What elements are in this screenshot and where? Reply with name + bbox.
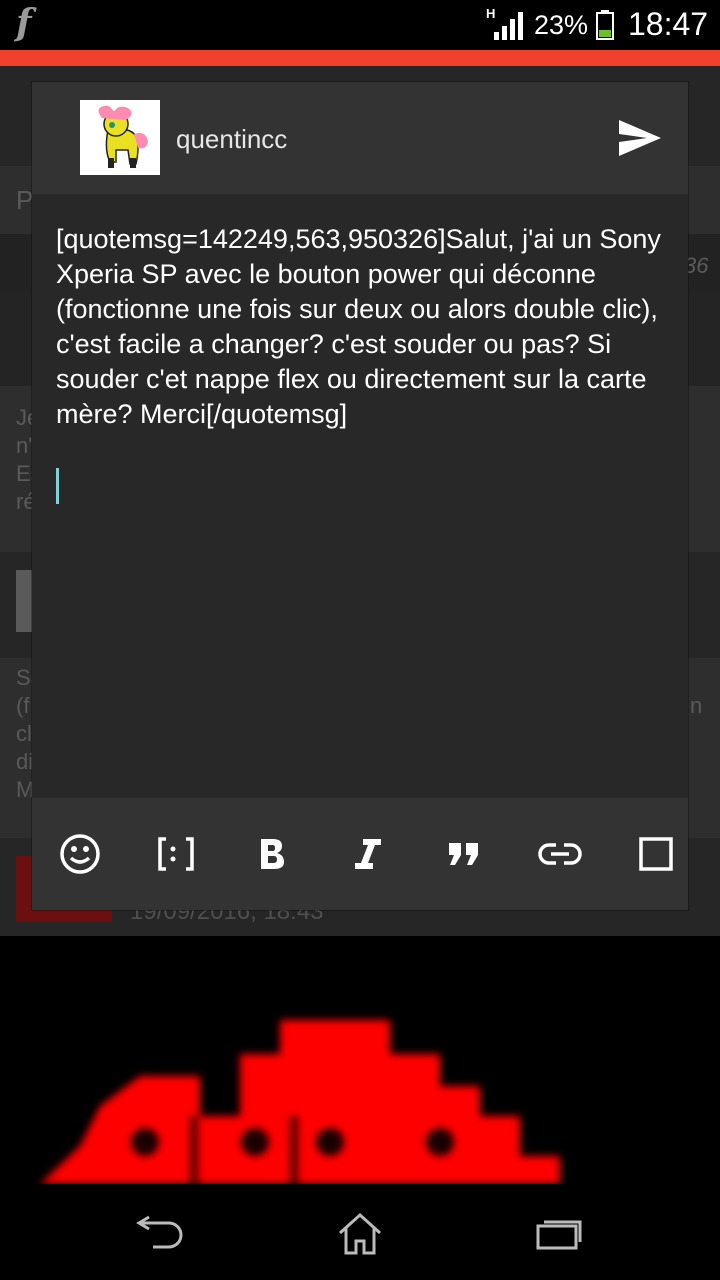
background-text: n' [16, 433, 33, 458]
italic-icon [355, 839, 381, 869]
spoiler-button[interactable] [148, 826, 204, 882]
back-button[interactable] [120, 1198, 200, 1268]
red-invader-sprite [0, 936, 720, 1184]
compose-dialog: quentincc [quotemsg=142249,563,950326]Sa… [32, 82, 688, 910]
avatar [80, 100, 160, 175]
send-button[interactable] [612, 112, 668, 164]
action-bar-accent [0, 50, 720, 66]
signal-icon [494, 12, 523, 40]
text-cursor [56, 468, 59, 504]
app-logo: f [16, 2, 32, 44]
emoji-button[interactable] [52, 826, 108, 882]
square-icon [639, 837, 673, 871]
recent-apps-icon [536, 1220, 582, 1250]
bold-button[interactable] [244, 826, 300, 882]
home-icon [338, 1212, 382, 1255]
recent-apps-button[interactable] [520, 1198, 600, 1268]
link-button[interactable] [532, 826, 588, 882]
background-text: n [690, 693, 703, 718]
message-textarea[interactable]: [quotemsg=142249,563,950326]Salut, j'ai … [56, 222, 668, 722]
italic-button[interactable] [340, 826, 396, 882]
background-text: (f [16, 693, 30, 718]
background-text: cl [16, 721, 32, 746]
navigation-bar [0, 1184, 720, 1280]
back-icon [136, 1215, 183, 1249]
quote-icon [449, 843, 478, 865]
battery-icon [596, 10, 614, 40]
background-text: P [16, 185, 34, 215]
send-icon [619, 120, 661, 156]
spoiler-icon [158, 837, 194, 871]
battery-percent: 23% [534, 10, 589, 40]
quote-button[interactable] [436, 826, 492, 882]
format-toolbar [32, 798, 688, 910]
link-icon [538, 843, 582, 865]
clock: 18:47 [628, 6, 709, 42]
username: quentincc [176, 124, 288, 154]
dialog-header: quentincc [32, 82, 688, 194]
home-button[interactable] [320, 1198, 400, 1268]
square-button[interactable] [628, 826, 684, 882]
emoji-icon [60, 834, 100, 874]
bold-icon [261, 839, 284, 869]
background-text: di [16, 749, 34, 774]
status-bar: f H 23% 18:47 [0, 0, 720, 50]
